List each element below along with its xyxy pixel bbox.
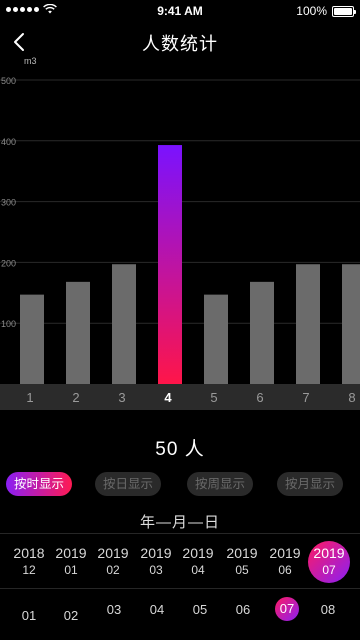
y-tick-label: 200 <box>1 258 16 268</box>
month-label: 12 <box>22 563 36 577</box>
page-title: 人数统计 <box>142 34 218 54</box>
year-month-item[interactable]: 2019 07 <box>308 541 350 583</box>
count-value: 50 <box>155 439 179 460</box>
month-label: 03 <box>149 563 163 577</box>
battery-icon <box>332 5 356 17</box>
year-label: 2019 <box>226 545 258 561</box>
month-label: 02 <box>106 563 120 577</box>
divider <box>0 588 360 589</box>
bar <box>66 281 90 384</box>
year-month-item[interactable]: 2018 12 <box>13 544 44 578</box>
chart-unit-label: m3 <box>24 56 37 66</box>
display-mode-filters: 按时显示 按日显示 按周显示 按月显示 <box>0 472 360 498</box>
year-label: 2019 <box>182 545 214 561</box>
bar <box>112 264 136 384</box>
status-bar: 9:41 AM 100% <box>0 0 360 22</box>
bar-chart: m3 500 400 300 200 100 1 2 3 4 5 6 7 8 <box>0 56 360 410</box>
month-label: 04 <box>191 563 205 577</box>
x-tick-label: 6 <box>256 390 263 405</box>
bar <box>296 264 320 384</box>
year-month-item[interactable]: 2019 04 <box>182 544 213 578</box>
year-label: 2019 <box>140 545 172 561</box>
day-item[interactable]: 06 <box>231 598 255 622</box>
month-label: 06 <box>278 563 292 577</box>
year-month-item[interactable]: 2019 03 <box>140 544 171 578</box>
month-label: 07 <box>322 563 336 577</box>
year-month-item[interactable]: 2019 02 <box>97 544 128 578</box>
filter-by-day-button[interactable]: 按日显示 <box>95 472 161 496</box>
day-item[interactable]: 04 <box>145 598 169 622</box>
bar <box>342 264 360 384</box>
x-tick-label: 4 <box>164 390 172 405</box>
battery-area: 100% <box>296 4 356 18</box>
year-label: 2019 <box>55 545 87 561</box>
month-label: 01 <box>64 563 78 577</box>
date-format-label: 年—月—日 <box>139 514 220 531</box>
day-item[interactable]: 08 <box>316 598 340 622</box>
y-tick-label: 400 <box>1 137 16 147</box>
year-label: 2019 <box>97 545 129 561</box>
day-item[interactable]: 02 <box>59 604 83 628</box>
day-picker: 01 02 03 04 05 06 07 08 <box>0 597 360 625</box>
year-label: 2019 <box>269 545 301 561</box>
people-count: 50 人 <box>0 434 360 461</box>
x-tick-label: 5 <box>210 390 217 405</box>
day-item[interactable]: 01 <box>17 604 41 628</box>
filter-by-week-button[interactable]: 按周显示 <box>187 472 253 496</box>
bar-selected <box>158 145 182 384</box>
x-tick-label: 8 <box>348 390 355 405</box>
x-tick-label: 2 <box>72 390 79 405</box>
divider <box>0 533 360 534</box>
year-label: 2018 <box>13 545 45 561</box>
filter-by-hour-button[interactable]: 按时显示 <box>6 472 72 496</box>
day-item[interactable]: 05 <box>188 598 212 622</box>
y-tick-label: 100 <box>1 319 16 329</box>
year-month-item[interactable]: 2019 06 <box>269 544 300 578</box>
y-tick-label: 500 <box>1 76 16 86</box>
month-label: 05 <box>235 563 249 577</box>
bar <box>20 294 44 384</box>
x-tick-label: 7 <box>302 390 309 405</box>
year-month-item[interactable]: 2019 05 <box>226 544 257 578</box>
battery-percent: 100% <box>296 4 327 18</box>
year-label: 2019 <box>313 545 345 561</box>
day-item[interactable]: 03 <box>102 598 126 622</box>
count-unit: 人 <box>184 439 205 460</box>
year-month-item[interactable]: 2019 01 <box>55 544 86 578</box>
y-tick-label: 300 <box>1 198 16 208</box>
bar <box>250 281 274 384</box>
filter-by-month-button[interactable]: 按月显示 <box>277 472 343 496</box>
x-tick-label: 1 <box>26 390 33 405</box>
year-month-picker: 2018 12 2019 01 2019 02 2019 03 2019 04 2019 05 2019… <box>0 541 360 585</box>
bar <box>204 294 228 384</box>
day-item[interactable]: 07 <box>275 597 299 621</box>
x-tick-label: 3 <box>118 390 125 405</box>
